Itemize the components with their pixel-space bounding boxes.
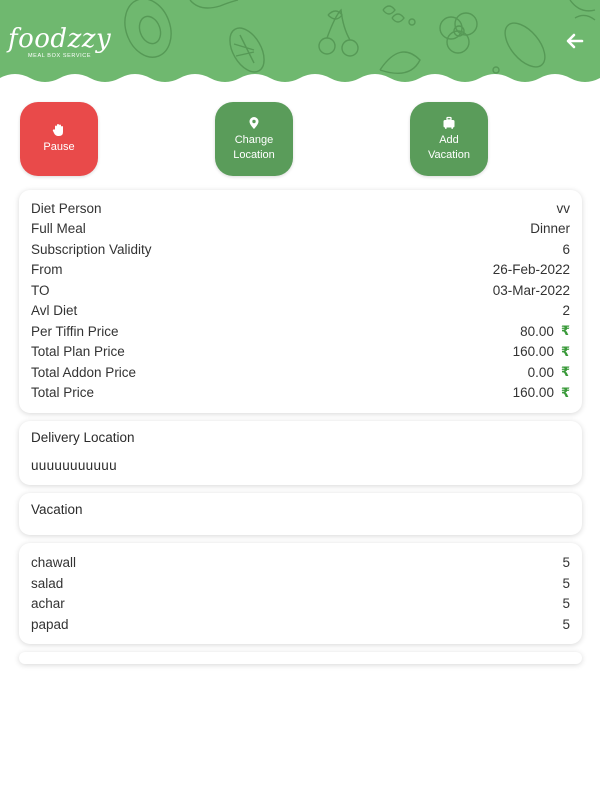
- detail-label: From: [31, 262, 63, 278]
- rupee-icon: ₹: [560, 343, 570, 359]
- app-header: foodzzy MEAL BOX SERVICE: [0, 0, 600, 92]
- suitcase-icon: [443, 116, 455, 129]
- meal-item-qty: 5: [562, 596, 570, 612]
- detail-label: Total Addon Price: [31, 364, 137, 380]
- change-location-button[interactable]: Change Location: [215, 102, 293, 176]
- detail-row: Per Tiffin Price 80.00 ₹: [31, 321, 570, 342]
- vacation-title: Vacation: [31, 502, 83, 517]
- detail-row: Total Plan Price 160.00 ₹: [31, 342, 570, 363]
- detail-row: TO 03-Mar-2022: [31, 280, 570, 301]
- meal-item-row: achar 5: [31, 593, 570, 614]
- detail-row: Avl Diet 2: [31, 301, 570, 322]
- pause-button[interactable]: Pause: [20, 102, 98, 176]
- back-button[interactable]: [564, 30, 586, 52]
- detail-value: 160.00: [512, 385, 554, 401]
- meal-item-name: chawall: [31, 554, 77, 570]
- meal-item-name: papad: [31, 616, 69, 632]
- detail-row: Subscription Validity 6: [31, 239, 570, 260]
- detail-value: 2: [562, 303, 570, 319]
- detail-label: TO: [31, 282, 50, 298]
- meal-item-qty: 5: [562, 554, 570, 570]
- pause-label: Pause: [43, 141, 75, 153]
- location-pin-icon: [249, 116, 259, 129]
- detail-value-wrap: 0.00 ₹: [528, 364, 570, 380]
- change-location-label-2: Location: [233, 148, 275, 161]
- detail-value-wrap: 6: [562, 242, 570, 257]
- detail-value-wrap: 2: [562, 303, 570, 318]
- rupee-icon: ₹: [560, 364, 570, 380]
- meal-item-row: salad 5: [31, 573, 570, 594]
- meal-item-name: achar: [31, 596, 65, 612]
- detail-value: 26-Feb-2022: [492, 262, 570, 278]
- brand-logo: foodzzy MEAL BOX SERVICE: [8, 26, 111, 59]
- detail-label: Full Meal: [31, 221, 86, 237]
- detail-label: Subscription Validity: [31, 241, 152, 257]
- delivery-location-title: Delivery Location: [31, 430, 135, 445]
- detail-value-wrap: 80.00 ₹: [520, 323, 570, 339]
- detail-label: Total Plan Price: [31, 344, 125, 360]
- detail-row: From 26-Feb-2022: [31, 260, 570, 281]
- meal-item-qty: 5: [562, 616, 570, 632]
- detail-value-wrap: 160.00 ₹: [513, 385, 570, 401]
- meal-item-name: salad: [31, 575, 64, 591]
- meal-items-card: chawall 5 salad 5 achar 5 papad 5: [19, 543, 582, 644]
- detail-value: 160.00: [512, 344, 554, 360]
- detail-row: Total Addon Price 0.00 ₹: [31, 362, 570, 383]
- detail-label: Avl Diet: [31, 303, 78, 319]
- detail-label: Per Tiffin Price: [31, 323, 119, 339]
- detail-row: Diet Person vv: [31, 198, 570, 219]
- detail-value: 0.00: [527, 364, 554, 380]
- rupee-icon: ₹: [560, 384, 570, 400]
- meal-item-row: papad 5: [31, 614, 570, 635]
- brand-name: foodzzy: [8, 24, 112, 54]
- delivery-location-card: Delivery Location uuuuuuuuuuu: [19, 421, 582, 485]
- delivery-address: uuuuuuuuuuu: [31, 458, 117, 473]
- meal-item-row: chawall 5: [31, 552, 570, 573]
- detail-value: 80.00: [520, 323, 554, 339]
- detail-row: Full Meal Dinner: [31, 219, 570, 240]
- change-location-label-1: Change: [234, 133, 274, 146]
- detail-value: vv: [556, 200, 571, 216]
- detail-value: Dinner: [530, 221, 570, 237]
- arrow-left-icon: [566, 33, 584, 49]
- hand-icon: [52, 124, 63, 136]
- detail-value-wrap: 03-Mar-2022: [493, 283, 570, 298]
- action-buttons: Pause Change Location Add Vacation: [0, 102, 600, 190]
- detail-row: Total Price 160.00 ₹: [31, 383, 570, 404]
- detail-value: 03-Mar-2022: [492, 282, 570, 298]
- meal-item-qty: 5: [562, 575, 570, 591]
- add-vacation-button[interactable]: Add Vacation: [410, 102, 488, 176]
- detail-label: Diet Person: [31, 200, 102, 216]
- detail-value: 6: [562, 241, 570, 257]
- detail-value-wrap: vv: [557, 201, 571, 216]
- detail-label: Total Price: [31, 385, 95, 401]
- subscription-details-card: Diet Person vv Full Meal Dinner Subscription…: [19, 190, 582, 413]
- empty-card: [19, 651, 582, 664]
- detail-value-wrap: 160.00 ₹: [513, 344, 570, 360]
- detail-value-wrap: Dinner: [530, 221, 570, 236]
- rupee-icon: ₹: [560, 323, 570, 339]
- add-vacation-label-1: Add: [439, 133, 459, 146]
- vacation-card: Vacation: [19, 493, 582, 535]
- detail-value-wrap: 26-Feb-2022: [493, 262, 570, 277]
- add-vacation-label-2: Vacation: [428, 148, 470, 161]
